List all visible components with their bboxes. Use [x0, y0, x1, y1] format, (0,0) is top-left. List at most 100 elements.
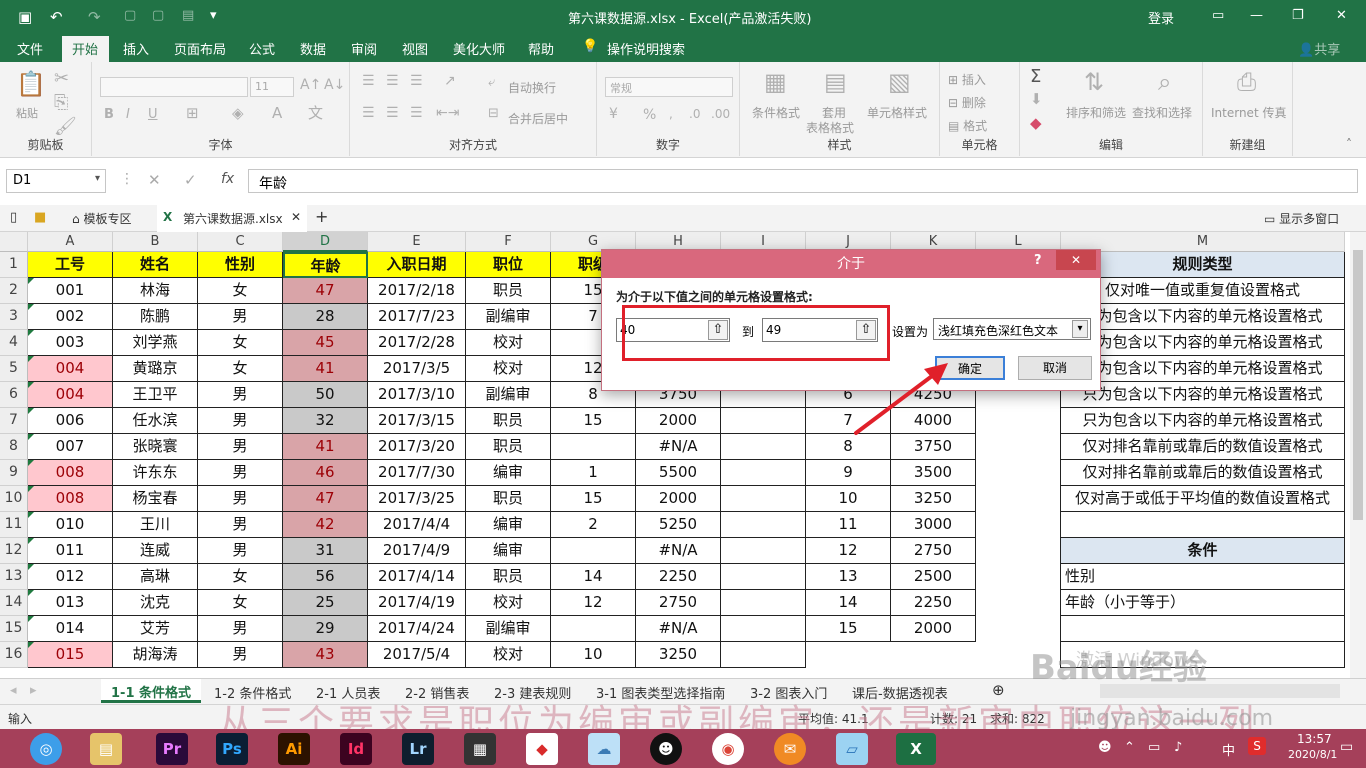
table-header-f[interactable]: 职位 — [466, 252, 551, 278]
bold-button[interactable]: B — [104, 108, 114, 121]
doctab-close-icon[interactable]: ✕ — [291, 210, 301, 224]
cell-a13[interactable]: 012 — [28, 564, 113, 590]
tab-formulas[interactable]: 公式 — [249, 39, 275, 58]
phonetic-icon[interactable]: 文 — [308, 106, 323, 121]
cell-b6[interactable]: 王卫平 — [113, 382, 198, 408]
cell-c7[interactable]: 男 — [198, 408, 283, 434]
merge-center-label[interactable]: 合并后居中 — [508, 110, 568, 127]
cell-h10[interactable]: 2000 — [636, 486, 721, 512]
cell-b5[interactable]: 黄璐京 — [113, 356, 198, 382]
tray-chevron-icon[interactable]: ⌃ — [1124, 740, 1135, 755]
format-dropdown-icon[interactable]: ▾ — [1072, 320, 1088, 338]
cell-j12[interactable]: 11 — [806, 512, 891, 538]
cell-i8[interactable] — [721, 434, 806, 460]
tab-insert[interactable]: 插入 — [123, 39, 149, 58]
notes-icon[interactable]: ▱ — [836, 733, 868, 765]
cell-a3[interactable]: 002 — [28, 304, 113, 330]
cell-h13[interactable]: 2250 — [636, 564, 721, 590]
cell-f2[interactable]: 职员 — [466, 278, 551, 304]
cell-i16[interactable] — [721, 642, 806, 668]
cell-a10[interactable]: 008 — [28, 486, 113, 512]
format-table-icon[interactable]: ▤ — [824, 70, 847, 94]
select-all-corner[interactable] — [0, 232, 28, 252]
cell-f3[interactable]: 副编审 — [466, 304, 551, 330]
delete-cells[interactable]: ⊟ 删除 — [948, 94, 986, 111]
tab-review[interactable]: 审阅 — [351, 39, 377, 58]
cell-k15[interactable]: 2250 — [891, 590, 976, 616]
cell-d10[interactable]: 47 — [283, 486, 368, 512]
row-header-13[interactable]: 13 — [0, 564, 28, 590]
cell-k14[interactable]: 2500 — [891, 564, 976, 590]
rule-type-6[interactable]: 只为包含以下内容的单元格设置格式 — [1061, 408, 1345, 434]
comma-icon[interactable]: , — [669, 108, 673, 120]
cell-g8[interactable] — [551, 434, 636, 460]
tray-volume-icon[interactable]: ♪ — [1174, 740, 1182, 755]
cell-d9[interactable]: 46 — [283, 460, 368, 486]
illustrator-icon[interactable]: Ai — [278, 733, 310, 765]
row-header-7[interactable]: 7 — [0, 408, 28, 434]
premiere-icon[interactable]: Pr — [156, 733, 188, 765]
column-header-b[interactable]: B — [113, 232, 198, 252]
cell-i14[interactable] — [721, 590, 806, 616]
cell-e3[interactable]: 2017/7/23 — [368, 304, 466, 330]
cell-e11[interactable]: 2017/4/4 — [368, 512, 466, 538]
rule-type-3[interactable]: 只为包含以下内容的单元格设置格式 — [1061, 330, 1345, 356]
cell-a16[interactable]: 015 — [28, 642, 113, 668]
rule-type-7[interactable]: 仅对排名靠前或靠后的数值设置格式 — [1061, 434, 1345, 460]
table-header-d[interactable]: 年龄 — [283, 252, 368, 278]
cell-a2[interactable]: 001 — [28, 278, 113, 304]
row-header-4[interactable]: 4 — [0, 330, 28, 356]
cell-d7[interactable]: 32 — [283, 408, 368, 434]
cell-g9[interactable]: 1 — [551, 460, 636, 486]
cell-h16[interactable]: 3250 — [636, 642, 721, 668]
sheet-next-icon[interactable]: ▸ — [30, 683, 37, 698]
table-header-c[interactable]: 性别 — [198, 252, 283, 278]
tab-data[interactable]: 数据 — [300, 39, 326, 58]
row-header-10[interactable]: 10 — [0, 486, 28, 512]
cell-i7[interactable] — [721, 408, 806, 434]
print-icon[interactable]: ▤ — [182, 8, 194, 23]
cell-d3[interactable]: 28 — [283, 304, 368, 330]
cell-b8[interactable]: 张晓寰 — [113, 434, 198, 460]
cell-c3[interactable]: 男 — [198, 304, 283, 330]
table-header-a[interactable]: 工号 — [28, 252, 113, 278]
column-header-f[interactable]: F — [466, 232, 551, 252]
cell-c2[interactable]: 女 — [198, 278, 283, 304]
italic-button[interactable]: I — [126, 108, 130, 121]
cell-k11[interactable]: 3250 — [891, 486, 976, 512]
cell-f16[interactable]: 校对 — [466, 642, 551, 668]
cell-e15[interactable]: 2017/4/24 — [368, 616, 466, 642]
cell-f7[interactable]: 职员 — [466, 408, 551, 434]
rule-type-4[interactable]: 只为包含以下内容的单元格设置格式 — [1061, 356, 1345, 382]
cell-e4[interactable]: 2017/2/28 — [368, 330, 466, 356]
cell-b7[interactable]: 任水滨 — [113, 408, 198, 434]
cell-g16[interactable]: 10 — [551, 642, 636, 668]
cell-h11[interactable]: 5250 — [636, 512, 721, 538]
cell-k13[interactable]: 2750 — [891, 538, 976, 564]
cell-j13[interactable]: 12 — [806, 538, 891, 564]
cell-f14[interactable]: 校对 — [466, 590, 551, 616]
video-editor-icon[interactable]: ▦ — [464, 733, 496, 765]
border-icon[interactable]: ⊞ — [186, 106, 199, 121]
cell-i10[interactable] — [721, 486, 806, 512]
shrink-font-icon[interactable]: A↓ — [324, 78, 345, 92]
cell-b14[interactable]: 沈克 — [113, 590, 198, 616]
cell-i12[interactable] — [721, 538, 806, 564]
cell-f10[interactable]: 职员 — [466, 486, 551, 512]
cell-a5[interactable]: 004 — [28, 356, 113, 382]
cell-f11[interactable]: 编审 — [466, 512, 551, 538]
cell-m15[interactable] — [1061, 616, 1345, 642]
printer-icon[interactable]: ⎙ — [1237, 70, 1256, 94]
row-header-3[interactable]: 3 — [0, 304, 28, 330]
align-top-icon[interactable]: ☰ — [362, 74, 375, 88]
photoshop-icon[interactable]: Ps — [216, 733, 248, 765]
cell-b11[interactable]: 王川 — [113, 512, 198, 538]
row-header-14[interactable]: 14 — [0, 590, 28, 616]
confirm-entry-icon[interactable]: ✓ — [184, 171, 197, 189]
cell-a9[interactable]: 008 — [28, 460, 113, 486]
number-format-box[interactable]: 常规 — [605, 77, 733, 97]
cell-h9[interactable]: 5500 — [636, 460, 721, 486]
sort-filter-label[interactable]: 排序和筛选 — [1066, 104, 1126, 121]
close-window-icon[interactable]: ✕ — [1336, 8, 1347, 23]
cell-k12[interactable]: 3000 — [891, 512, 976, 538]
